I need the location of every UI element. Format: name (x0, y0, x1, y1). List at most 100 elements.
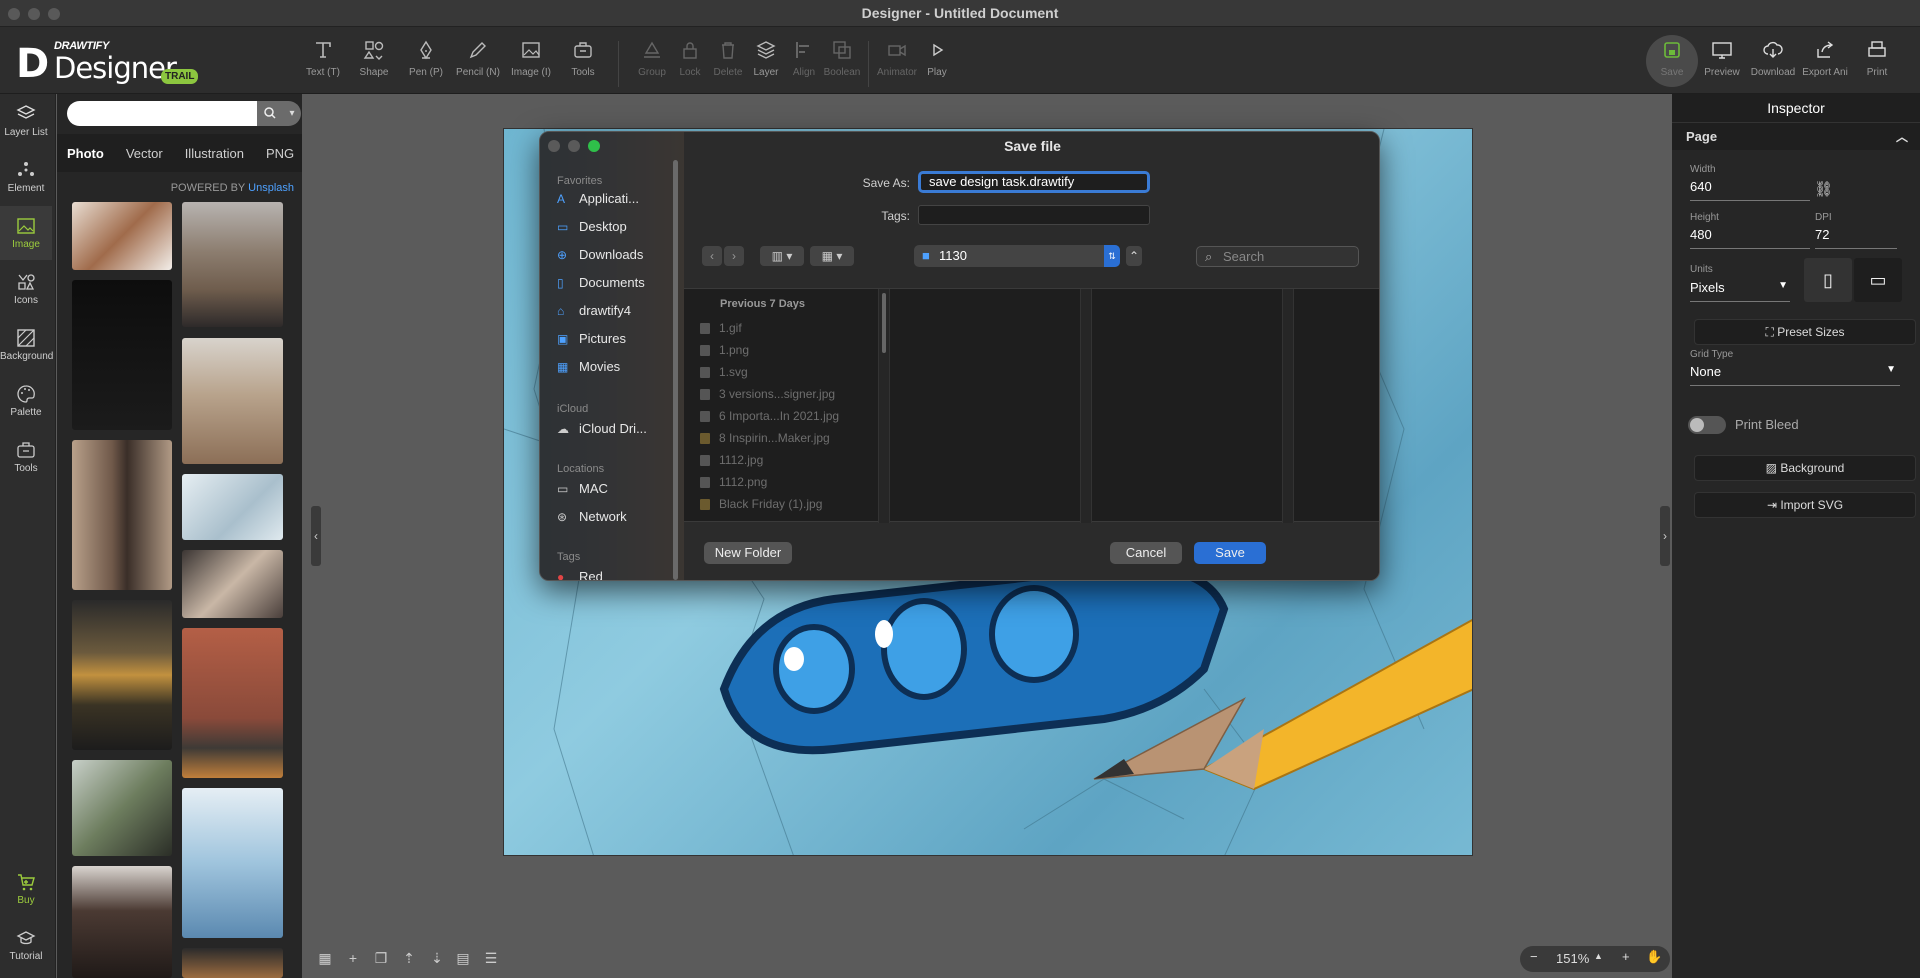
collapse-right-panel-handle[interactable]: › (1660, 506, 1670, 566)
zoom-in-button[interactable]: + (1622, 949, 1630, 964)
file-row[interactable]: 3 versions...signer.jpg (700, 387, 880, 401)
location-popup[interactable]: ■ 1130 ⇅ (914, 245, 1120, 267)
photo-thumbnail[interactable] (182, 474, 283, 540)
pencil-tool-button[interactable]: Pencil (N) (451, 39, 505, 78)
page-section-header[interactable]: Page ︿ (1672, 122, 1920, 150)
save-button[interactable]: Save (1645, 39, 1699, 78)
dialog-zoom-button[interactable] (588, 140, 600, 152)
sidebar-item-applications[interactable]: A Applicati... (557, 191, 675, 206)
dialog-minimize-button[interactable] (568, 140, 580, 152)
print-bleed-toggle[interactable] (1688, 416, 1726, 434)
preset-sizes-button[interactable]: ⛶ Preset Sizes (1694, 319, 1916, 345)
sidebar-item-image[interactable]: Image (0, 206, 52, 260)
unsplash-link[interactable]: Unsplash (248, 182, 294, 194)
dialog-close-button[interactable] (548, 140, 560, 152)
zoom-level[interactable]: 151% (1556, 951, 1589, 966)
photo-thumbnail[interactable] (182, 338, 283, 464)
background-button[interactable]: ▨ Background (1694, 455, 1916, 481)
zoom-out-button[interactable]: − (1530, 949, 1538, 964)
text-tool-button[interactable]: Text (T) (296, 39, 350, 78)
portrait-orientation-button[interactable]: ▯ (1804, 258, 1852, 302)
zoom-window-button[interactable] (48, 8, 60, 20)
sidebar-scrollbar[interactable] (673, 160, 678, 580)
add-page-icon[interactable]: + (344, 950, 362, 968)
grid-type-select[interactable]: None ▼ (1690, 364, 1900, 386)
download-button[interactable]: Download (1746, 39, 1800, 78)
column-divider[interactable] (1080, 289, 1092, 523)
photo-thumbnail[interactable] (182, 202, 283, 327)
photo-thumbnail[interactable] (72, 760, 172, 856)
cancel-button[interactable]: Cancel (1110, 542, 1182, 564)
expand-dialog-button[interactable]: ⌃ (1126, 246, 1142, 266)
height-field[interactable]: 480 (1690, 227, 1810, 249)
print-button[interactable]: Print (1850, 39, 1904, 78)
tags-input[interactable] (918, 205, 1150, 225)
sidebar-item-movies[interactable]: ▦ Movies (557, 359, 675, 374)
column-view-button[interactable]: ▥ ▾ (760, 246, 804, 266)
units-select[interactable]: Pixels ▼ (1690, 280, 1790, 302)
column-divider[interactable] (1282, 289, 1294, 523)
minimize-window-button[interactable] (28, 8, 40, 20)
sidebar-item-documents[interactable]: ▯ Documents (557, 275, 675, 290)
link-icon[interactable]: ⛓ (1814, 180, 1833, 198)
file-row[interactable]: Black Friday (1).jpg (700, 497, 880, 511)
file-row[interactable]: 1112.png (700, 475, 880, 489)
sidebar-item-background[interactable]: Background (0, 328, 53, 362)
pages-list-icon[interactable]: ☰ (482, 950, 500, 968)
forward-button[interactable]: › (724, 246, 744, 266)
group-view-button[interactable]: ▦ ▾ (810, 246, 854, 266)
tools-menu-button[interactable]: Tools (556, 39, 610, 78)
sidebar-item-network[interactable]: ⊛ Network (557, 509, 675, 524)
new-folder-button[interactable]: New Folder (704, 542, 792, 564)
collapse-left-panel-handle[interactable]: ‹ (311, 506, 321, 566)
photo-thumbnail[interactable] (72, 440, 172, 590)
dpi-field[interactable]: 72 (1815, 227, 1897, 249)
save-as-input[interactable]: save design task.drawtify (918, 171, 1150, 193)
sidebar-item-pictures[interactable]: ▣ Pictures (557, 331, 675, 346)
sidebar-item-downloads[interactable]: ⊕ Downloads (557, 247, 675, 262)
close-window-button[interactable] (8, 8, 20, 20)
sidebar-item-tag-red[interactable]: ● Red (557, 569, 675, 580)
boolean-button[interactable]: Boolean (815, 39, 869, 78)
file-row[interactable]: 8 Inspirin...Maker.jpg (700, 431, 880, 445)
width-field[interactable]: 640 (1690, 179, 1810, 201)
sidebar-item-desktop[interactable]: ▭ Desktop (557, 219, 675, 234)
shape-tool-button[interactable]: Shape (347, 39, 401, 78)
sidebar-item-palette[interactable]: Palette (0, 384, 52, 418)
tab-photo[interactable]: Photo (67, 146, 104, 161)
file-row[interactable]: 1112.jpg (700, 453, 880, 467)
photo-thumbnail[interactable] (72, 866, 172, 978)
sidebar-item-drawtify4[interactable]: ⌂ drawtify4 (557, 303, 675, 318)
back-button[interactable]: ‹ (702, 246, 722, 266)
tab-vector[interactable]: Vector (126, 146, 163, 161)
pen-tool-button[interactable]: Pen (P) (399, 39, 453, 78)
image-search-input[interactable] (67, 101, 257, 126)
photo-thumbnail[interactable] (182, 628, 283, 778)
sidebar-item-icloud-drive[interactable]: ☁ iCloud Dri... (557, 421, 675, 436)
sidebar-item-element[interactable]: Element (0, 160, 52, 194)
file-row[interactable]: 1.gif (700, 321, 880, 335)
sidebar-item-icons[interactable]: Icons (0, 272, 52, 306)
hand-tool-icon[interactable]: ✋ (1646, 949, 1662, 965)
move-down-icon[interactable]: ⇣ (428, 950, 446, 968)
play-button[interactable]: Play (910, 39, 964, 78)
tab-png[interactable]: PNG (266, 146, 294, 161)
sidebar-item-buy[interactable]: Buy (0, 872, 52, 906)
chevron-up-icon[interactable]: ▲ (1594, 951, 1603, 961)
file-row[interactable]: 1.svg (700, 365, 880, 379)
photo-thumbnail[interactable] (182, 788, 283, 938)
photo-thumbnail[interactable] (72, 202, 172, 270)
sidebar-item-mac[interactable]: ▭ MAC (557, 481, 675, 496)
sidebar-item-tools[interactable]: Tools (0, 440, 52, 474)
file-row[interactable]: 6 Importa...In 2021.jpg (700, 409, 880, 423)
image-search-button[interactable] (257, 101, 283, 126)
photo-thumbnail[interactable] (182, 550, 283, 618)
export-animation-button[interactable]: Export Ani (1798, 39, 1852, 78)
landscape-orientation-button[interactable]: ▭ (1854, 258, 1902, 302)
photo-thumbnail[interactable] (182, 948, 283, 978)
dialog-search-input[interactable]: ⌕ Search (1196, 246, 1359, 267)
import-svg-button[interactable]: ⇥ Import SVG (1694, 492, 1916, 518)
grid-icon[interactable]: ▦ (316, 950, 334, 968)
column-scrollbar[interactable] (878, 289, 890, 523)
photo-thumbnail[interactable] (72, 600, 172, 750)
